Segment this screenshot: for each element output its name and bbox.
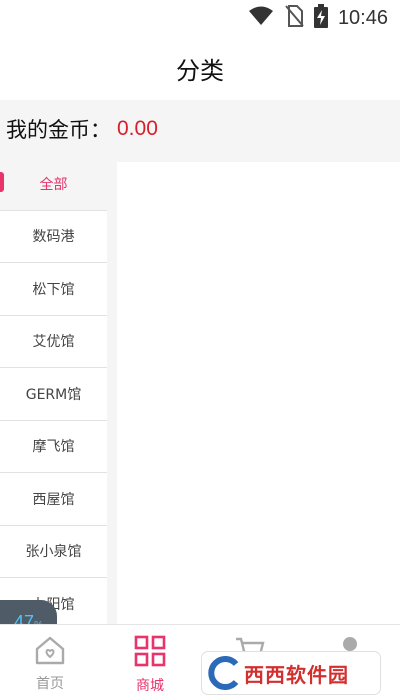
sidebar-item-digital[interactable]: 数码港 (0, 210, 107, 263)
battery-charging-icon (313, 4, 328, 32)
status-icons: 10:46 (248, 4, 388, 32)
watermark-c-icon (208, 656, 239, 690)
sidebar-item-all[interactable]: 全部 (0, 158, 107, 211)
page-title: 分类 (176, 56, 224, 85)
coins-label: 我的金币： (6, 118, 111, 142)
no-sim-icon (284, 4, 304, 32)
nav-mall[interactable]: 商城 (100, 625, 200, 700)
watermark-logo: 西西软件园 (202, 652, 380, 694)
sidebar-item-label: 松下馆 (32, 281, 75, 298)
sidebar-item-zhangxiaoquan[interactable]: 张小泉馆 (0, 525, 107, 578)
sidebar-item-label: 西屋馆 (32, 491, 75, 508)
coins-row: 我的金币： 0.00 (0, 100, 400, 158)
status-time: 10:46 (337, 6, 388, 29)
title-bar: 分类 (0, 36, 400, 100)
sidebar-item-label: 摩飞馆 (32, 439, 75, 456)
sidebar-item-label: GERM馆 (25, 386, 82, 403)
sidebar-item-aiyou[interactable]: 艾优馆 (0, 315, 107, 368)
nav-mall-label: 商城 (136, 678, 164, 694)
sidebar-item-morphy[interactable]: 摩飞馆 (0, 420, 107, 473)
product-list-pane (117, 162, 400, 624)
sidebar-item-label: 艾优馆 (32, 334, 75, 351)
sidebar-item-label: 张小泉馆 (25, 544, 82, 561)
coins-value: 0.00 (117, 117, 158, 140)
sidebar-item-label: 数码港 (32, 229, 75, 246)
wifi-icon (248, 5, 274, 31)
watermark-text: 西西软件园 (244, 662, 349, 687)
sidebar-item-westinghouse[interactable]: 西屋馆 (0, 473, 107, 526)
status-bar: 10:46 (0, 0, 400, 36)
active-indicator (0, 172, 4, 192)
sidebar-item-panasonic[interactable]: 松下馆 (0, 263, 107, 316)
sidebar-item-label: 全部 (39, 176, 68, 193)
category-content: 全部 数码港 松下馆 艾优馆 GERM馆 摩飞馆 西屋馆 张小泉馆 九阳馆 (0, 158, 400, 624)
sidebar-item-germ[interactable]: GERM馆 (0, 368, 107, 421)
nav-home-label: 首页 (36, 676, 64, 692)
nav-home[interactable]: 首页 (0, 625, 100, 700)
home-icon (34, 635, 66, 669)
category-sidebar[interactable]: 全部 数码港 松下馆 艾优馆 GERM馆 摩飞馆 西屋馆 张小泉馆 九阳馆 (0, 158, 107, 624)
grid-icon (134, 635, 166, 671)
